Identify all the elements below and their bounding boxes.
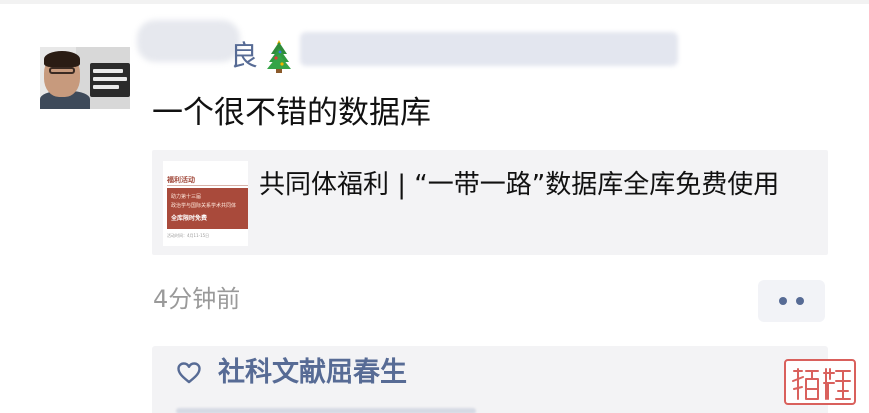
thumbnail-line2: 政治学与国际关系学术共同体 xyxy=(171,203,237,209)
link-title: 共同体福利 | “一带一路”数据库全库免费使用 xyxy=(259,170,780,200)
blurred-signature-region xyxy=(300,32,678,66)
top-divider xyxy=(0,0,869,4)
cut-off-comment-row xyxy=(176,408,476,413)
two-dots-icon xyxy=(779,297,787,305)
thumbnail-header: 福利活动 xyxy=(167,176,195,184)
post-timestamp: 4分钟前 xyxy=(153,285,241,313)
thumbnail-line3: 全库限时免费 xyxy=(171,215,208,222)
thumbnail-divider xyxy=(167,185,248,186)
thumbnail-line1: 助力第十三届 xyxy=(171,194,202,200)
liker-name[interactable]: 社科文献屈春生 xyxy=(218,357,407,389)
blurred-name-region xyxy=(137,20,240,62)
christmas-tree-icon xyxy=(267,40,291,73)
shared-link-card[interactable]: 福利活动 助力第十三届 政治学与国际关系学术共同体 全库限时免费 活动时间：4月… xyxy=(152,150,828,255)
avatar-hair xyxy=(44,51,80,67)
two-dots-icon xyxy=(796,297,804,305)
post-text: 一个很不错的数据库 xyxy=(152,95,431,131)
avatar-sign xyxy=(90,63,130,97)
thumbnail-banner: 助力第十三届 政治学与国际关系学术共同体 全库限时免费 xyxy=(167,188,248,229)
watermark-stamp-logo xyxy=(784,359,856,405)
avatar-glasses xyxy=(49,67,75,74)
link-thumbnail: 福利活动 助力第十三届 政治学与国际关系学术共同体 全库限时免费 活动时间：4月… xyxy=(163,161,248,246)
likes-panel: 社科文献屈春生 xyxy=(152,346,828,413)
thumbnail-footer: 活动时间：4月11-15日 xyxy=(167,233,210,238)
author-avatar[interactable] xyxy=(40,47,130,109)
heart-outline-icon xyxy=(177,362,201,384)
more-actions-button[interactable] xyxy=(758,280,825,322)
author-name[interactable]: 良 xyxy=(230,40,258,72)
